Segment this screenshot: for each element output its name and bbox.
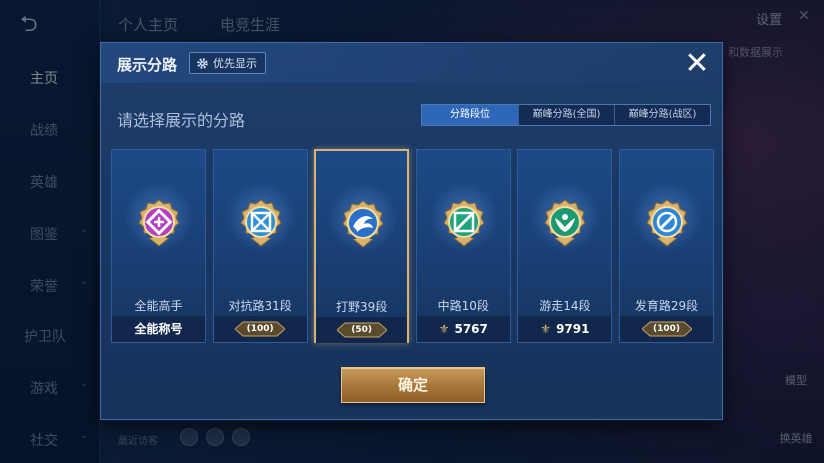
lane-card-footer: (100) <box>620 316 713 342</box>
score-emblem-icon: ⚜ <box>438 322 450 336</box>
lane-card[interactable]: 中路10段 ⚜ 5767 <box>415 149 511 343</box>
lane-card-label: 游走14段 <box>539 299 591 313</box>
rank-points-value: (100) <box>652 324 680 334</box>
close-icon[interactable]: ✕ <box>682 49 712 80</box>
lane-card[interactable]: 对抗路31段 (100) <box>212 149 308 343</box>
dialog-title: 展示分路 <box>117 56 178 74</box>
lane-card-label: 对抗路31段 <box>228 299 292 313</box>
farm-lane-icon <box>646 199 688 247</box>
lane-card[interactable]: 打野39段 (50) <box>314 149 410 343</box>
lane-type-tabs: 分路段位 巅峰分路(全国) 巅峰分路(战区) <box>421 104 711 126</box>
rank-points-tag: (100) <box>234 320 286 338</box>
score-emblem-icon: ⚜ <box>540 322 552 336</box>
lane-card-label: 中路10段 <box>437 299 489 313</box>
peak-score: ⚜ 5767 <box>439 316 488 342</box>
lane-card-footer: (100) <box>213 316 307 342</box>
rank-points-value: (50) <box>351 325 373 335</box>
rank-points-tag: (100) <box>640 320 693 338</box>
lane-card[interactable]: 全能高手 全能称号 <box>111 149 206 343</box>
rank-points-tag: (50) <box>335 321 388 339</box>
lane-cards: 全能高手 全能称号 对抗路31段 (100) 打野39段 (50) 中路10段 ⚜ 5767 游走… <box>111 149 714 343</box>
priority-display-label: 优先显示 <box>213 57 257 70</box>
select-lane-prompt: 请选择展示的分路 <box>117 111 246 130</box>
priority-display-button[interactable]: 优先显示 <box>189 52 266 74</box>
lane-card-footer: ⚜ 9791 <box>518 316 612 342</box>
gear-icon <box>197 57 208 69</box>
tab-peak-lane-region[interactable]: 巅峰分路(战区) <box>614 105 710 125</box>
peak-score: ⚜ 9791 <box>540 316 589 342</box>
title-badge-text: 全能称号 <box>134 322 183 336</box>
mid-lane-icon <box>443 199 485 247</box>
lane-card-label: 全能高手 <box>134 299 183 313</box>
lane-card[interactable]: 游走14段 ⚜ 9791 <box>517 149 613 343</box>
lane-card-footer: 全能称号 <box>112 316 205 342</box>
lane-card[interactable]: 发育路29段 (100) <box>619 149 714 343</box>
all-round-icon <box>138 199 180 247</box>
tab-lane-rank[interactable]: 分路段位 <box>422 105 518 125</box>
lane-card-label: 发育路29段 <box>634 299 699 313</box>
confirm-button[interactable]: 确定 <box>341 367 485 403</box>
roam-icon <box>544 199 587 247</box>
clash-lane-icon <box>239 199 282 247</box>
lane-card-label: 打野39段 <box>336 300 388 314</box>
lane-card-footer: (50) <box>316 317 408 343</box>
lane-card-footer: ⚜ 5767 <box>416 316 510 342</box>
tab-peak-lane-national[interactable]: 巅峰分路(全国) <box>518 105 614 125</box>
lane-display-dialog: 展示分路 优先显示 ✕ 请选择展示的分路 分路段位 巅峰分路(全国) 巅峰分路(… <box>100 42 723 420</box>
jungle-dragon-icon <box>342 200 384 248</box>
rank-points-value: (100) <box>246 324 274 334</box>
peak-score-value: 5767 <box>454 322 488 336</box>
peak-score-value: 9791 <box>556 322 590 336</box>
